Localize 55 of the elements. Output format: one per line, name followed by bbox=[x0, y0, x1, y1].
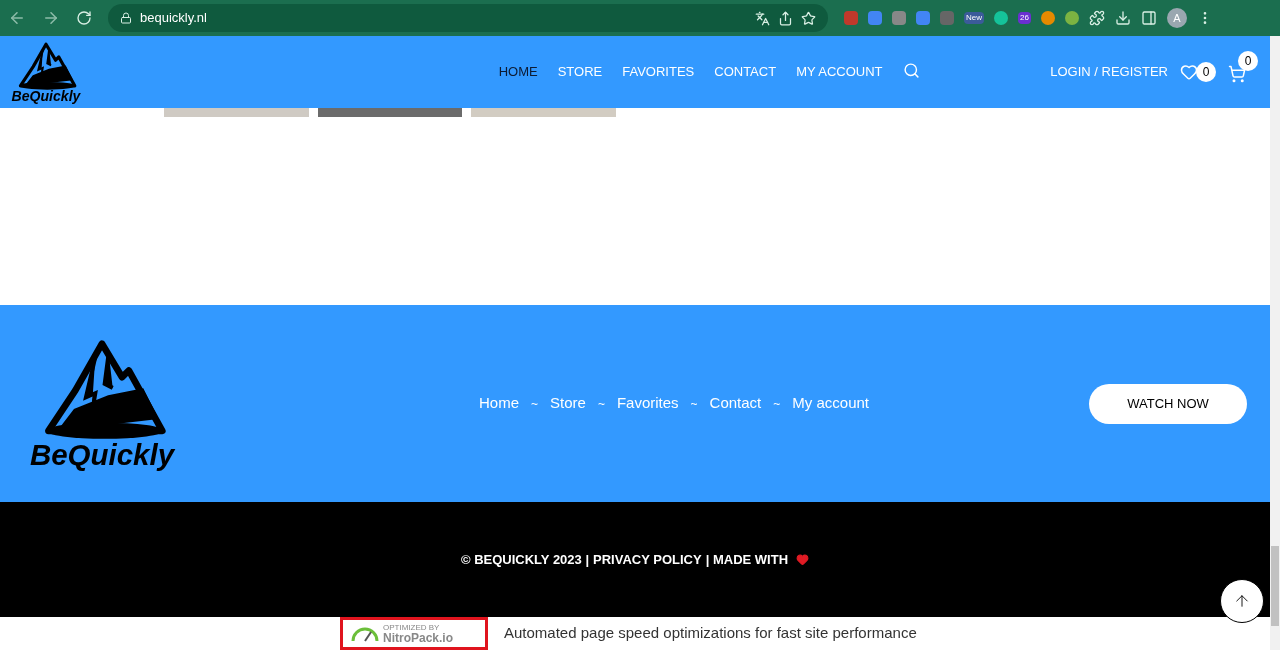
lock-icon bbox=[120, 12, 132, 24]
footer-link[interactable]: Favorites bbox=[616, 392, 679, 415]
wishlist-heart-icon[interactable] bbox=[1180, 63, 1198, 81]
profile-avatar[interactable]: A bbox=[1166, 8, 1187, 28]
nav-link[interactable]: STORE bbox=[557, 62, 603, 82]
nitropack-message: Automated page speed optimizations for fast site performance bbox=[504, 623, 917, 644]
translate-icon[interactable] bbox=[755, 10, 770, 26]
extension-icon[interactable] bbox=[916, 11, 930, 25]
extension-icon[interactable] bbox=[892, 11, 906, 25]
nav-link[interactable]: MY ACCOUNT bbox=[796, 62, 883, 82]
extension-icon[interactable] bbox=[1064, 11, 1079, 25]
extension-icon[interactable] bbox=[1040, 11, 1055, 25]
watch-now-button[interactable]: WATCH NOW bbox=[1089, 383, 1247, 424]
cart-icon[interactable] bbox=[1228, 65, 1246, 83]
scrollbar-thumb[interactable] bbox=[1271, 546, 1279, 626]
extension-icon[interactable] bbox=[868, 11, 882, 25]
nitropack-badge[interactable]: OPTIMIZED BY NitroPack.io bbox=[340, 617, 488, 650]
download-icon[interactable] bbox=[1114, 10, 1131, 26]
footer-link[interactable]: Contact bbox=[709, 392, 762, 415]
privacy-policy-link[interactable]: PRIVACY POLICY bbox=[593, 549, 702, 570]
address-bar[interactable]: bequickly.nl bbox=[108, 4, 828, 32]
extension-badge[interactable]: 26 bbox=[1018, 12, 1031, 24]
nav-link[interactable]: FAVORITES bbox=[622, 62, 695, 82]
reload-icon[interactable] bbox=[76, 10, 92, 26]
copyright-text: © BEQUICKLY 2023 | bbox=[460, 550, 590, 569]
separator-text: ~ bbox=[690, 395, 698, 413]
forward-icon[interactable] bbox=[42, 9, 60, 27]
badge-brand: NitroPack.io bbox=[383, 631, 454, 644]
search-icon[interactable] bbox=[902, 62, 920, 80]
heart-icon bbox=[796, 553, 810, 566]
side-panel-icon[interactable] bbox=[1140, 10, 1157, 26]
back-icon[interactable] bbox=[8, 9, 26, 27]
share-icon[interactable] bbox=[778, 10, 793, 26]
logo-text: BeQuickly bbox=[11, 88, 81, 103]
footer-link[interactable]: Store bbox=[550, 392, 586, 415]
footer-link[interactable]: My account bbox=[792, 392, 869, 415]
gauge-icon bbox=[351, 625, 379, 642]
url-text: bequickly.nl bbox=[140, 9, 207, 28]
login-link[interactable]: LOGIN / REGISTER bbox=[1050, 62, 1168, 82]
nav-link[interactable]: CONTACT bbox=[714, 62, 777, 82]
scroll-to-top-button[interactable] bbox=[1220, 579, 1264, 623]
grammar-extension-icon[interactable] bbox=[994, 11, 1008, 25]
extensions-icon[interactable] bbox=[1088, 10, 1105, 26]
separator-text: ~ bbox=[773, 395, 781, 413]
cart-count: 0 bbox=[1238, 51, 1258, 71]
made-with-text: | MADE WITH bbox=[705, 550, 789, 569]
footer-link[interactable]: Home bbox=[479, 392, 519, 415]
wishlist-count: 0 bbox=[1196, 62, 1216, 82]
extension-badge[interactable]: New bbox=[964, 12, 984, 24]
logo-text: BeQuickly bbox=[29, 440, 175, 470]
badge-caption: OPTIMIZED BY bbox=[383, 623, 441, 632]
nav-link[interactable]: HOME bbox=[498, 62, 538, 82]
separator-text: ~ bbox=[597, 395, 605, 413]
separator-text: ~ bbox=[531, 395, 538, 413]
bookmark-star-icon[interactable] bbox=[801, 10, 816, 26]
